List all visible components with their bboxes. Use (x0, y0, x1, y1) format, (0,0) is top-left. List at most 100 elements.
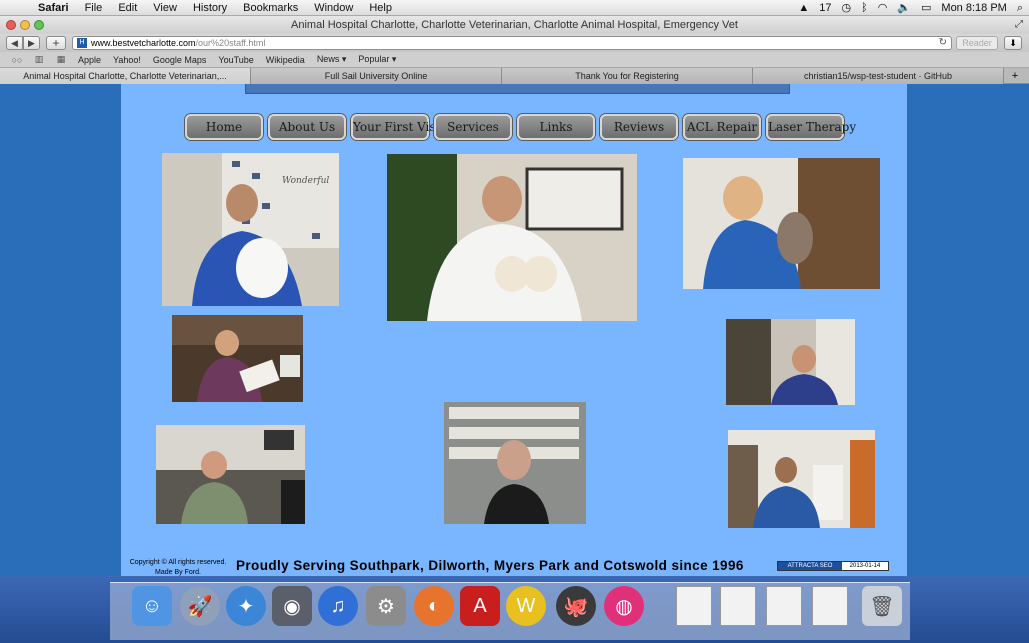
menu-file[interactable]: File (77, 0, 111, 16)
adobe-update-count: 17 (819, 2, 832, 14)
back-button[interactable]: ◀ (6, 36, 23, 50)
dock-document-stack-3[interactable] (766, 586, 802, 626)
menu-view[interactable]: View (145, 0, 185, 16)
dock-document-stack-2[interactable] (720, 586, 756, 626)
nav-home-button[interactable]: Home (185, 114, 263, 140)
tab-bar: Animal Hospital Charlotte, Charlotte Vet… (0, 68, 1029, 84)
menu-help[interactable]: Help (361, 0, 400, 16)
bluetooth-icon[interactable]: ᛒ (861, 0, 868, 16)
staff-photo-veterinarian (387, 154, 637, 321)
system-preferences-icon[interactable]: ⚙ (366, 586, 406, 626)
menu-history[interactable]: History (185, 0, 235, 16)
nav-your-first-visit-button[interactable]: Your First Visit (351, 114, 444, 140)
attracta-seo-badge[interactable]: ATTRACTA SEO 2013-01-14 (777, 561, 889, 571)
safari-window: Animal Hospital Charlotte, Charlotte Vet… (0, 16, 1029, 576)
staff-photo-cat-holder: Wonderful (162, 153, 339, 306)
dock-document-stack-1[interactable] (676, 586, 712, 626)
wifi-icon[interactable]: ◠ (878, 0, 888, 16)
staff-photo-cat-holder-image: Wonderful (162, 153, 339, 306)
spotlight-search-icon[interactable]: ⌕ (1017, 0, 1023, 16)
acrobat-reader-icon[interactable]: A (460, 586, 500, 626)
bookmark-apple[interactable]: Apple (72, 55, 107, 65)
staff-photo-reading-chart (172, 315, 303, 402)
bookmark-google-maps[interactable]: Google Maps (147, 55, 213, 65)
tab-thank-you[interactable]: Thank You for Registering (502, 68, 753, 84)
bookmarks-bar: ○○ ▥ ▦ Apple Yahoo! Google Maps YouTube … (0, 52, 1029, 68)
seo-badge-name: ATTRACTA SEO (778, 562, 842, 570)
github-app-icon[interactable]: 🐙 (556, 586, 596, 626)
staff-photo-office (156, 425, 305, 524)
launchpad-icon[interactable]: 🚀 (180, 586, 220, 626)
firefox-icon[interactable]: ◐ (414, 586, 454, 626)
mac-menu-bar: Safari File Edit View History Bookmarks … (0, 0, 1029, 16)
itunes-icon[interactable]: ♫ (318, 586, 358, 626)
top-sites-icon[interactable]: ▦ (50, 54, 72, 65)
add-tab-button[interactable]: + (46, 36, 66, 50)
footer-tagline: Proudly Serving Southpark, Dilworth, Mye… (236, 558, 744, 573)
dreamweaver-icon[interactable]: W (506, 586, 546, 626)
web-content: Home About Us Your First Visit Services … (0, 84, 1029, 576)
battery-icon[interactable]: ▭ (921, 0, 931, 16)
fullscreen-icon[interactable]: ⤢ (1015, 16, 1023, 34)
staff-photo-kennel-technician (728, 430, 875, 528)
bookmark-popular-folder[interactable]: Popular ▾ (352, 54, 402, 65)
show-all-bookmarks-icon[interactable]: ▥ (28, 54, 50, 65)
bookmark-yahoo[interactable]: Yahoo! (107, 55, 147, 65)
minimize-window-button[interactable] (20, 20, 30, 30)
address-bar[interactable]: H www.bestvetcharlotte.com/our%20staff.h… (72, 36, 952, 50)
clock[interactable]: Mon 8:18 PM (941, 0, 1006, 16)
nav-laser-therapy-button[interactable]: Laser Therapy (766, 114, 856, 140)
nav-services-button[interactable]: Services (434, 114, 512, 140)
staff-photo-dachshund-holder-image (683, 158, 880, 289)
nav-links-button[interactable]: Links (517, 114, 595, 140)
staff-photo-dachshund-holder (683, 158, 880, 289)
staff-photo-pharmacy-image (444, 402, 586, 524)
zoom-window-button[interactable] (34, 20, 44, 30)
trash-icon[interactable]: 🗑 (862, 586, 902, 626)
safari-icon[interactable]: ✦ (226, 586, 266, 626)
staff-photo-pharmacy (444, 402, 586, 524)
window-title: Animal Hospital Charlotte, Charlotte Vet… (291, 19, 738, 31)
staff-photo-kennel-technician-image (728, 430, 875, 528)
tab-github[interactable]: christian15/wsp-test-student · GitHub (753, 68, 1004, 84)
site-favicon-icon: H (77, 38, 87, 48)
staff-photo-smiling-assistant (726, 319, 855, 405)
finder-icon[interactable]: ☺ (132, 586, 172, 626)
bookmark-wikipedia[interactable]: Wikipedia (260, 55, 311, 65)
close-window-button[interactable] (6, 20, 16, 30)
reading-list-icon[interactable]: ○○ (6, 55, 28, 65)
url-domain: www.bestvetcharlotte.com (91, 38, 196, 48)
nav-acl-repair-button[interactable]: ACL Repair (683, 114, 761, 140)
staff-photo-office-image (156, 425, 305, 524)
staff-photo-smiling-assistant-image (726, 319, 855, 405)
bookmark-youtube[interactable]: YouTube (212, 55, 259, 65)
staff-photo-reading-chart-image (172, 315, 303, 402)
adobe-updater-icon[interactable]: ▲ 17 (798, 0, 831, 16)
time-machine-icon[interactable]: ◷ (841, 0, 851, 16)
menu-extras: ▲ 17 ◷ ᛒ ◠ 🔈 ▭ Mon 8:18 PM ⌕ (788, 0, 1023, 16)
copyright-line: Copyright © All rights reserved. (129, 559, 227, 566)
downloads-icon[interactable]: ⬇ (1004, 36, 1022, 50)
menu-window[interactable]: Window (306, 0, 361, 16)
menu-edit[interactable]: Edit (110, 0, 145, 16)
bookmark-news-folder[interactable]: News ▾ (311, 54, 353, 65)
reload-icon[interactable]: ↻ (939, 37, 947, 49)
tab-animal-hospital[interactable]: Animal Hospital Charlotte, Charlotte Vet… (0, 68, 251, 84)
facetime-icon[interactable]: ◉ (272, 586, 312, 626)
window-titlebar: Animal Hospital Charlotte, Charlotte Vet… (0, 16, 1029, 34)
reader-button[interactable]: Reader (956, 36, 998, 50)
menu-safari[interactable]: Safari (30, 0, 77, 16)
new-tab-plus-icon[interactable]: + (1004, 68, 1026, 83)
forward-button[interactable]: ▶ (23, 36, 40, 50)
volume-icon[interactable]: 🔈 (897, 0, 911, 16)
mac-dock: ☺ 🚀 ✦ ◉ ♫ ⚙ ◐ A W 🐙 ◍ 🗑 (0, 576, 1029, 643)
dock-document-stack-4[interactable] (812, 586, 848, 626)
pink-globe-app-icon[interactable]: ◍ (604, 586, 644, 626)
made-by-line: Made By Ford. (155, 569, 201, 576)
page-body: Home About Us Your First Visit Services … (121, 84, 907, 576)
nav-reviews-button[interactable]: Reviews (600, 114, 678, 140)
safari-toolbar: ◀ ▶ + H www.bestvetcharlotte.com/our%20s… (0, 34, 1029, 52)
nav-about-us-button[interactable]: About Us (268, 114, 346, 140)
tab-full-sail[interactable]: Full Sail University Online (251, 68, 502, 84)
menu-bookmarks[interactable]: Bookmarks (235, 0, 306, 16)
